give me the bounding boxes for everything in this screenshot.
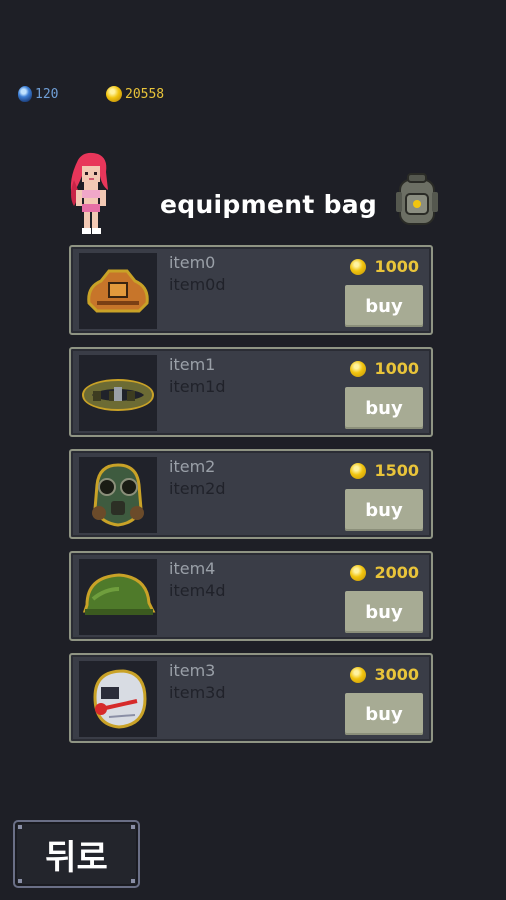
buy-button[interactable]: buy	[345, 489, 423, 531]
shop-header: equipment bag	[60, 150, 440, 238]
back-button[interactable]: 뒤로	[13, 820, 140, 888]
item-name: item4	[169, 559, 216, 578]
shop-item-card: item3 item3d 3000 buy	[69, 653, 433, 743]
gems-value: 120	[35, 86, 59, 102]
item-name: item1	[169, 355, 216, 374]
gas-mask-icon	[79, 457, 157, 533]
helmet-icon	[79, 559, 157, 635]
hero-character-icon	[70, 152, 108, 234]
item-description: item1d	[169, 377, 226, 396]
gold-coin-icon	[350, 564, 367, 581]
rivet-decoration	[18, 825, 22, 829]
gold-coin-icon	[350, 462, 367, 479]
shop-item-card: item1 item1d 1000 buy	[69, 347, 433, 437]
gold-coin-icon	[106, 86, 122, 102]
rivet-decoration	[18, 879, 22, 883]
gold-counter: 20558	[106, 86, 164, 102]
item-price-value: 1000	[374, 359, 419, 378]
rivet-decoration	[131, 879, 135, 883]
gold-coin-icon	[350, 360, 367, 377]
armor-vest-icon	[79, 253, 157, 329]
shop-item-list: item0 item0d 1000 buy item1 item1d 1000 …	[69, 245, 433, 755]
buy-button[interactable]: buy	[345, 387, 423, 429]
item-price-value: 1500	[374, 461, 419, 480]
shop-item-card: item2 item2d 1500 buy	[69, 449, 433, 539]
item-price-value: 3000	[374, 665, 419, 684]
item-description: item0d	[169, 275, 226, 294]
shop-item-card: item0 item0d 1000 buy	[69, 245, 433, 335]
item-description: item4d	[169, 581, 226, 600]
item-description: item2d	[169, 479, 226, 498]
item-price: 1000	[350, 359, 419, 378]
shop-screen: 120 20558 equipment bag item0 item0d 100…	[0, 0, 506, 900]
gold-coin-icon	[350, 666, 367, 683]
item-name: item2	[169, 457, 216, 476]
backpack-icon[interactable]	[394, 172, 440, 228]
item-price: 3000	[350, 665, 419, 684]
buy-button[interactable]: buy	[345, 591, 423, 633]
item-price-value: 2000	[374, 563, 419, 582]
shop-item-card: item4 item4d 2000 buy	[69, 551, 433, 641]
rivet-decoration	[131, 825, 135, 829]
gem-icon	[18, 86, 32, 102]
gold-coin-icon	[350, 258, 367, 275]
gold-value: 20558	[125, 86, 165, 102]
buy-button[interactable]: buy	[345, 285, 423, 327]
gems-counter: 120	[18, 86, 58, 102]
belt-icon	[79, 355, 157, 431]
item-name: item3	[169, 661, 216, 680]
page-title: equipment bag	[160, 190, 378, 219]
item-price: 2000	[350, 563, 419, 582]
buy-button[interactable]: buy	[345, 693, 423, 735]
item-price: 1500	[350, 461, 419, 480]
item-price-value: 1000	[374, 257, 419, 276]
item-price: 1000	[350, 257, 419, 276]
space-helmet-icon	[79, 661, 157, 737]
item-description: item3d	[169, 683, 226, 702]
item-name: item0	[169, 253, 216, 272]
